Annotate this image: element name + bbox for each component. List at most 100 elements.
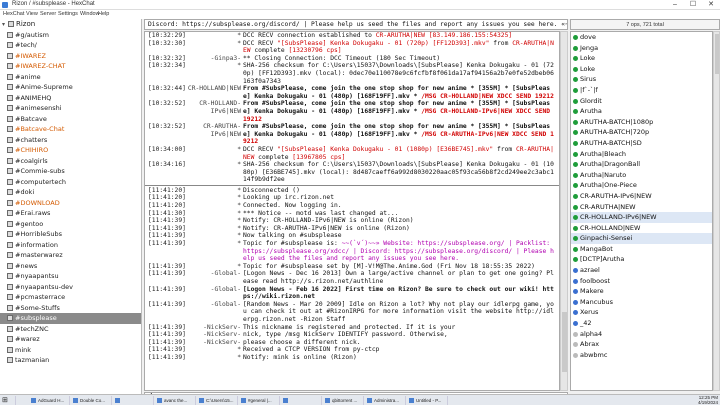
message: nick, type /msg NickServ IDENTIFY passwo… xyxy=(243,331,448,338)
user-item[interactable]: ARUTHA-BATCH|1080p xyxy=(571,117,712,128)
channel-item[interactable]: #masterwarez xyxy=(0,250,141,261)
userlist-scrollbar[interactable] xyxy=(713,31,720,391)
channel-item[interactable]: tazmanian xyxy=(0,355,141,366)
user-item[interactable]: Glordit xyxy=(571,96,712,107)
taskbar-item[interactable]: qbittorrent ... xyxy=(324,396,364,405)
channel-item[interactable]: #warez xyxy=(0,334,141,345)
user-item[interactable]: ARUTHA-BATCH|720p xyxy=(571,127,712,138)
channel-item[interactable]: #animesenshi xyxy=(0,103,141,114)
user-item[interactable]: Arutha|Bleach xyxy=(571,149,712,160)
user-item[interactable]: CR-HOLLAND-IPv6|NEW xyxy=(571,212,712,223)
channel-item[interactable]: #IWAREZ xyxy=(0,51,141,62)
taskbar-item[interactable] xyxy=(282,396,322,405)
maximize-icon[interactable]: ☐ xyxy=(684,0,702,10)
close-icon[interactable]: ✕ xyxy=(702,0,720,10)
taskbar-item[interactable]: AdGuard H... xyxy=(30,396,70,405)
user-item[interactable]: Arutha|DragonBall xyxy=(571,159,712,170)
channel-item[interactable]: #chatters xyxy=(0,135,141,146)
topic-bar[interactable]: Discord: https://subsplease.org/discord/… xyxy=(144,19,568,30)
user-item[interactable]: CR-HOLLAND|NEW xyxy=(571,223,712,234)
user-item[interactable]: dove xyxy=(571,32,712,43)
channel-name: #Batcave xyxy=(15,114,47,123)
app-icon xyxy=(199,398,204,403)
channel-item[interactable]: #information xyxy=(0,240,141,251)
start-button[interactable]: ⊞ xyxy=(2,396,16,405)
menu-server[interactable]: Server xyxy=(40,11,56,17)
scrollbar-thumb[interactable] xyxy=(715,34,719,74)
user-item[interactable]: Xerus xyxy=(571,307,712,318)
menu-window[interactable]: Window xyxy=(80,11,100,17)
minimize-icon[interactable]: – xyxy=(666,0,684,10)
channel-item[interactable]: #nyaapantsu-dev xyxy=(0,282,141,293)
menu-hexchat[interactable]: HexChat xyxy=(3,11,24,17)
channel-item[interactable]: #CHIHIRO xyxy=(0,145,141,156)
user-item[interactable]: ARUTHA-BATCH|SD xyxy=(571,138,712,149)
taskbar-item[interactable]: avanc the... xyxy=(156,396,196,405)
channel-item[interactable]: #gentoo xyxy=(0,219,141,230)
taskbar-item[interactable] xyxy=(114,396,154,405)
channel-item[interactable]: #Some-Stuffs xyxy=(0,303,141,314)
channel-item[interactable]: #anime xyxy=(0,72,141,83)
channel-item[interactable]: #Erai.raws xyxy=(0,208,141,219)
channel-item[interactable]: #g/autism xyxy=(0,30,141,41)
user-item[interactable]: |f`-`|f xyxy=(571,85,712,96)
clock[interactable]: 12:25 PM 4/19/2024 xyxy=(698,395,718,405)
channel-icon xyxy=(7,147,13,153)
menu-settings[interactable]: Settings xyxy=(58,11,78,17)
user-item[interactable]: Loke xyxy=(571,64,712,75)
channel-item[interactable]: #Commie-subs xyxy=(0,166,141,177)
user-item[interactable]: Ginpachi-Sensei xyxy=(571,233,712,244)
message-part: [Random News - Mar 20 2009] Idle on Rizo… xyxy=(243,300,554,323)
channel-item[interactable]: #Batcave-Chat xyxy=(0,124,141,135)
channel-item[interactable]: #tech/ xyxy=(0,40,141,51)
user-item[interactable]: abwbmc xyxy=(571,350,712,361)
channel-item[interactable]: #news xyxy=(0,261,141,272)
user-item[interactable]: foolboost xyxy=(571,276,712,287)
user-item[interactable]: [DCTP]Arutha xyxy=(571,254,712,265)
channel-item[interactable]: #pcmasterrace xyxy=(0,292,141,303)
message: DCC RECV "[SubsPlease] Kenka Dokugaku - … xyxy=(243,146,554,161)
channel-item[interactable]: #ANIMEHQ xyxy=(0,93,141,104)
taskbar-item[interactable]: Administra... xyxy=(366,396,406,405)
taskbar-item[interactable]: Double Co... xyxy=(72,396,112,405)
menu-help[interactable]: Help xyxy=(98,11,109,17)
user-item[interactable]: CR-ARUTHA|NEW xyxy=(571,202,712,213)
chat-log[interactable]: [10:32:29] * DCC RECV connection establish… xyxy=(144,31,560,391)
channel-item[interactable]: #nyaapantsu xyxy=(0,271,141,282)
channel-item[interactable]: #computertech xyxy=(0,177,141,188)
user-item[interactable]: Mancubus xyxy=(571,297,712,308)
user-item[interactable]: CR-ARUTHA-IPv6|NEW xyxy=(571,191,712,202)
taskbar-item[interactable]: C:\Users\15... xyxy=(198,396,238,405)
user-item[interactable]: MangaBot xyxy=(571,244,712,255)
user-item[interactable]: _42 xyxy=(571,318,712,329)
user-list[interactable]: dove Jenga Loke Loke Sirus |f`-`|f Glordit Arut… xyxy=(570,31,713,391)
user-item[interactable]: Arutha xyxy=(571,106,712,117)
channel-item[interactable]: #Batcave xyxy=(0,114,141,125)
channel-item[interactable]: #HorribleSubs xyxy=(0,229,141,240)
channel-item[interactable]: #coalgirls xyxy=(0,156,141,167)
chat-scrollbar[interactable] xyxy=(560,31,568,391)
taskbar-item[interactable]: Untitled - P... xyxy=(408,396,448,405)
server-item[interactable]: ▾ Rizon xyxy=(0,19,141,30)
user-item[interactable]: Loke xyxy=(571,53,712,64)
user-item[interactable]: Arutha|Naruto xyxy=(571,170,712,181)
user-item[interactable]: Jenga xyxy=(571,43,712,54)
menu-view[interactable]: View xyxy=(26,11,38,17)
taskbar-item[interactable]: #general |... xyxy=(240,396,280,405)
user-item[interactable]: alpha4 xyxy=(571,329,712,340)
user-item[interactable]: Abrax xyxy=(571,339,712,350)
channel-item[interactable]: #doki xyxy=(0,187,141,198)
channel-item[interactable]: #IWAREZ-CHAT xyxy=(0,61,141,72)
user-item[interactable]: Makere xyxy=(571,286,712,297)
channel-item[interactable]: #DOWNLOAD xyxy=(0,198,141,209)
channel-item[interactable]: #subsplease xyxy=(0,313,141,324)
user-item[interactable]: Sirus xyxy=(571,74,712,85)
user-item[interactable]: azrael xyxy=(571,265,712,276)
user-item[interactable]: Arutha|One-Piece xyxy=(571,180,712,191)
channel-item[interactable]: #techZNC xyxy=(0,324,141,335)
scrollbar-thumb[interactable] xyxy=(562,312,567,372)
taskbar-label: avanc the... xyxy=(164,398,188,403)
channel-item[interactable]: mink xyxy=(0,345,141,356)
channel-item[interactable]: #Anime-Supreme xyxy=(0,82,141,93)
channel-icon xyxy=(7,304,13,311)
